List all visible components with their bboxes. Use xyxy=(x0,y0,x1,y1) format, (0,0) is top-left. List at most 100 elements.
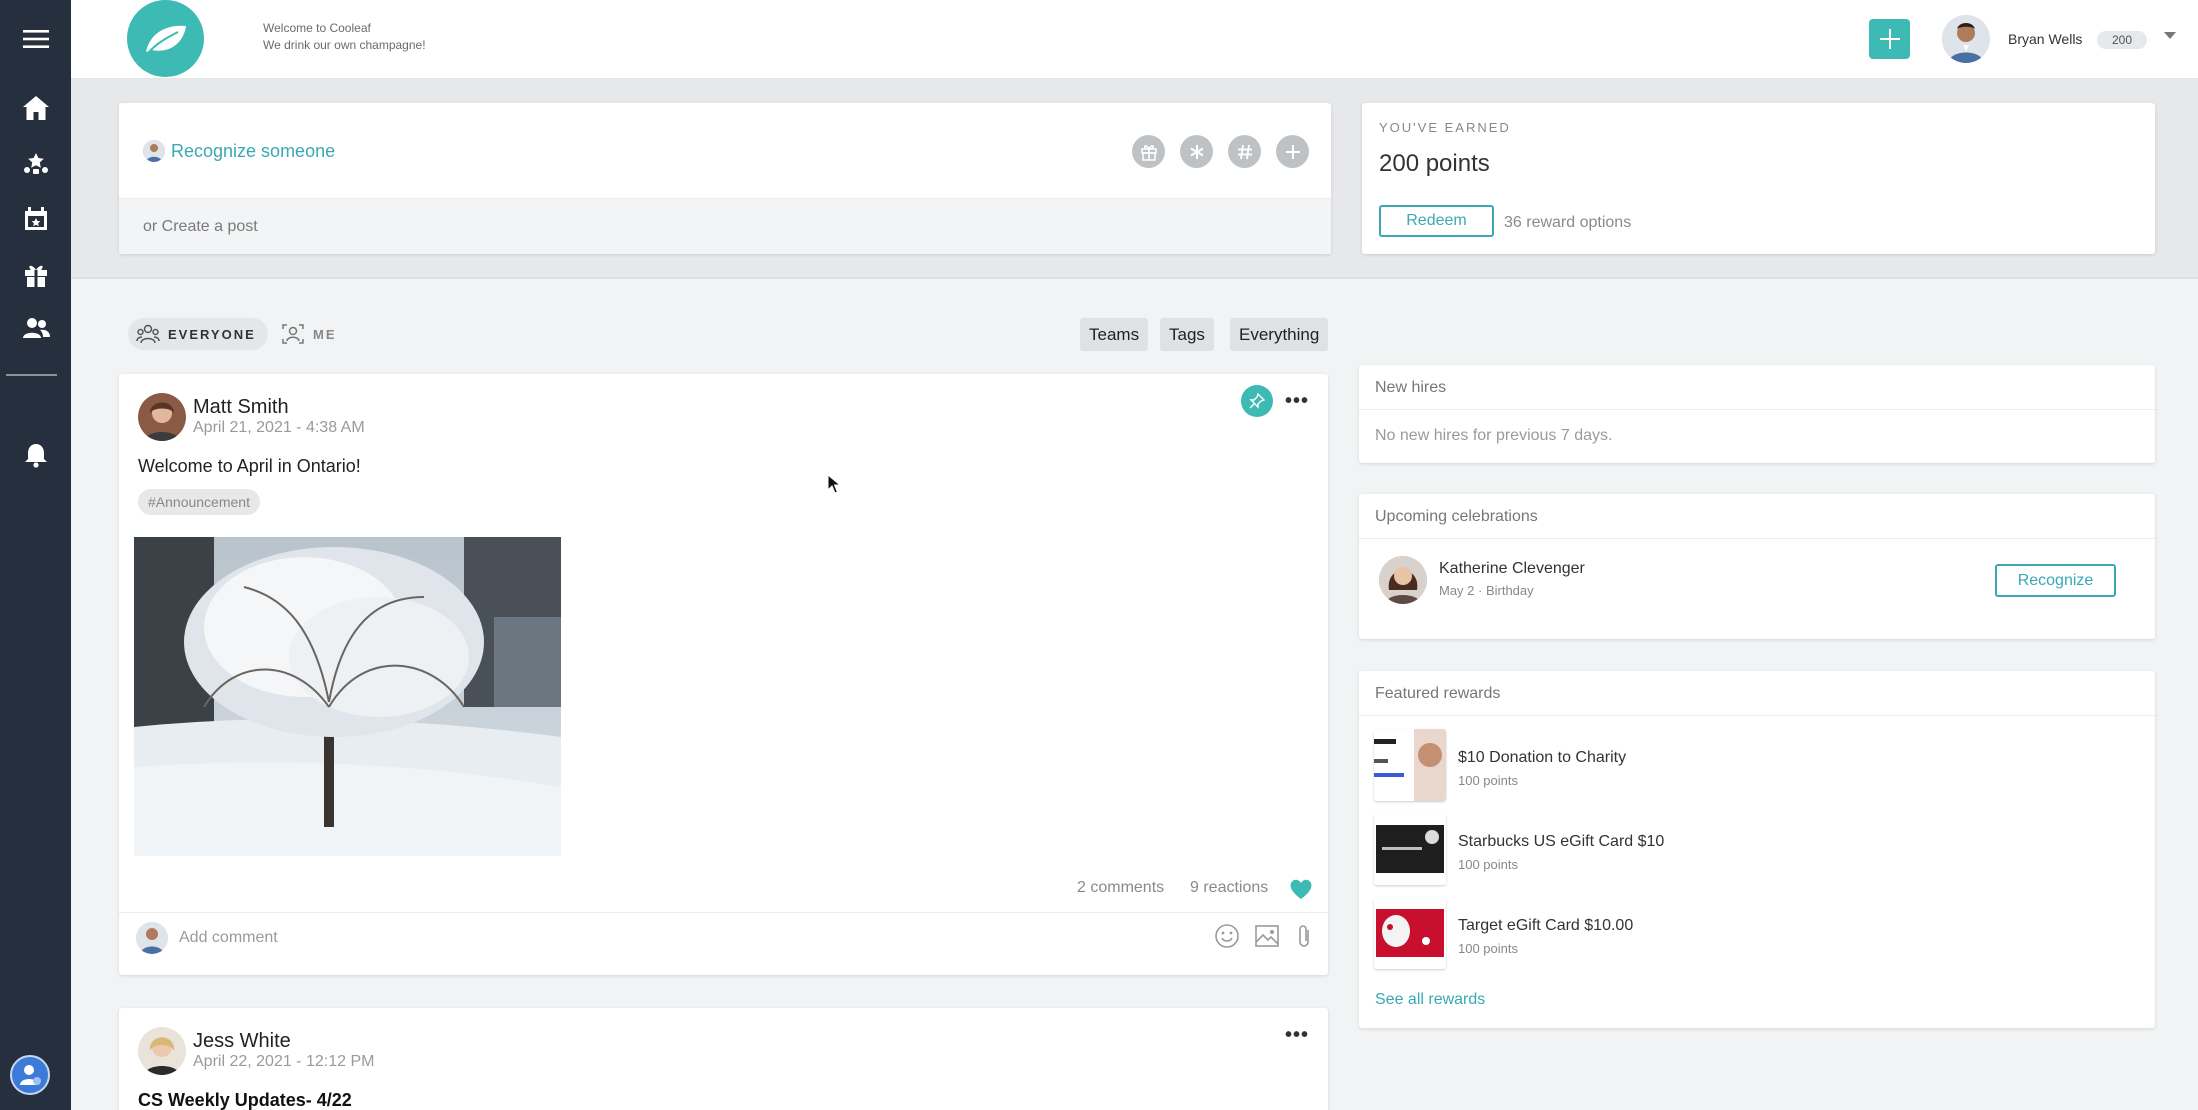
reactions-count[interactable]: 9 reactions xyxy=(1190,879,1268,897)
points-earned-card: YOU'VE EARNED 200 points Redeem 36 rewar… xyxy=(1362,103,2155,254)
welcome-line-1: Welcome to Cooleaf xyxy=(263,21,371,35)
post-stats: 2 comments 9 reactions xyxy=(119,879,1328,904)
new-hires-title: New hires xyxy=(1375,379,1447,396)
filter-everyone-label: EVERYONE xyxy=(168,326,256,342)
reward-points: 100 points xyxy=(1458,857,1518,872)
feed-post: Matt Smith April 21, 2021 - 4:38 AM ••• … xyxy=(119,374,1328,975)
post-date: April 22, 2021 - 12:12 PM xyxy=(193,1053,375,1070)
earned-points: 200 points xyxy=(1379,150,1490,177)
reward-item[interactable]: Target eGift Card $10.00 100 points xyxy=(1374,897,2074,969)
comment-tools xyxy=(1214,923,1314,949)
reward-name: Target eGift Card $10.00 xyxy=(1458,917,1634,934)
reward-item[interactable]: $10 Donation to Charity 100 points xyxy=(1374,729,2074,801)
widget-divider xyxy=(1359,409,2155,410)
comments-count[interactable]: 2 comments xyxy=(1077,879,1164,897)
reward-thumbnail xyxy=(1374,897,1446,969)
post-composer: Recognize someone or Create a post xyxy=(119,103,1331,254)
recognition-icon[interactable] xyxy=(0,140,71,186)
welcome-line-2: We drink our own champagne! xyxy=(263,38,426,52)
calendar-icon[interactable] xyxy=(0,196,71,242)
celebrations-title: Upcoming celebrations xyxy=(1375,508,1538,525)
person-focus-icon xyxy=(282,324,304,344)
filter-me[interactable]: ME xyxy=(281,318,337,350)
reward-name: Starbucks US eGift Card $10 xyxy=(1458,833,1665,850)
comment-input[interactable] xyxy=(179,925,879,951)
gift-icon[interactable] xyxy=(0,252,71,298)
bell-icon[interactable] xyxy=(0,432,71,478)
plus-icon xyxy=(1879,29,1900,49)
celebrant-name[interactable]: Katherine Clevenger xyxy=(1439,560,1585,578)
reward-points: 100 points xyxy=(1458,941,1518,956)
plus-icon[interactable] xyxy=(1276,135,1309,168)
see-all-rewards-link[interactable]: See all rewards xyxy=(1375,991,1485,1009)
widget-divider xyxy=(1359,715,2155,716)
reward-points: 100 points xyxy=(1458,773,1518,788)
post-tag[interactable]: #Announcement xyxy=(138,489,260,515)
post-image[interactable] xyxy=(134,537,561,856)
group-icon xyxy=(136,324,160,344)
comment-avatar xyxy=(136,922,168,954)
redeem-button[interactable]: Redeem xyxy=(1379,205,1494,237)
people-icon[interactable] xyxy=(0,305,71,351)
asterisk-icon[interactable] xyxy=(1180,135,1213,168)
recognize-button[interactable]: Recognize xyxy=(1995,564,2116,597)
feed-post: Jess White April 22, 2021 - 12:12 PM •••… xyxy=(119,1008,1328,1110)
more-options-icon[interactable]: ••• xyxy=(1285,1024,1309,1047)
sidebar xyxy=(0,0,71,1110)
create-post-area[interactable]: or Create a post xyxy=(119,198,1331,254)
create-post-link[interactable]: or Create a post xyxy=(143,218,258,236)
hashtag-icon[interactable] xyxy=(1228,135,1261,168)
user-points-badge: 200 xyxy=(2097,31,2147,49)
attachment-icon[interactable] xyxy=(1294,923,1314,949)
post-text: Welcome to April in Ontario! xyxy=(138,456,361,476)
celebration-detail: May 2 · Birthday xyxy=(1439,583,1534,598)
post-author[interactable]: Jess White xyxy=(193,1030,291,1053)
filter-everything[interactable]: Everything xyxy=(1230,318,1329,351)
filter-tags[interactable]: Tags xyxy=(1160,318,1214,351)
home-icon[interactable] xyxy=(0,85,71,131)
reward-name: $10 Donation to Charity xyxy=(1458,749,1627,766)
author-avatar[interactable] xyxy=(138,393,186,441)
user-name[interactable]: Bryan Wells xyxy=(2008,31,2082,47)
more-options-icon[interactable]: ••• xyxy=(1285,390,1309,413)
celebrations-widget: Upcoming celebrations Katherine Clevenge… xyxy=(1359,494,2155,639)
gift-icon[interactable] xyxy=(1132,135,1165,168)
author-avatar[interactable] xyxy=(138,1027,186,1075)
user-avatar[interactable] xyxy=(1942,15,1990,63)
menu-icon[interactable] xyxy=(0,16,71,62)
post-text: CS Weekly Updates- 4/22 xyxy=(138,1090,352,1110)
cooleaf-logo[interactable] xyxy=(127,0,204,77)
recognize-someone-link[interactable]: Recognize someone xyxy=(143,140,335,162)
add-button[interactable] xyxy=(1869,19,1910,59)
comment-row xyxy=(119,912,1328,975)
earned-label: YOU'VE EARNED xyxy=(1379,120,1511,135)
composer-avatar xyxy=(143,140,165,162)
composer-tools xyxy=(1132,135,1309,168)
celebrant-avatar[interactable] xyxy=(1379,556,1427,604)
featured-rewards-widget: Featured rewards $10 Donation to Charity… xyxy=(1359,671,2155,1028)
reward-item[interactable]: Starbucks US eGift Card $10 100 points xyxy=(1374,813,2074,885)
filter-teams[interactable]: Teams xyxy=(1080,318,1149,351)
emoji-icon[interactable] xyxy=(1214,923,1240,949)
welcome-text: Welcome to Cooleaf We drink our own cham… xyxy=(263,20,426,54)
sidebar-divider xyxy=(6,374,57,376)
post-author[interactable]: Matt Smith xyxy=(193,396,289,419)
reward-thumbnail xyxy=(1374,729,1446,801)
post-date: April 21, 2021 - 4:38 AM xyxy=(193,419,365,436)
top-header: Welcome to Cooleaf We drink our own cham… xyxy=(71,0,2198,79)
featured-rewards-title: Featured rewards xyxy=(1375,685,1501,702)
new-hires-widget: New hires No new hires for previous 7 da… xyxy=(1359,365,2155,463)
filter-me-label: ME xyxy=(313,326,337,342)
chevron-down-icon[interactable] xyxy=(2164,32,2176,39)
pin-icon[interactable] xyxy=(1241,385,1273,417)
new-hires-empty: No new hires for previous 7 days. xyxy=(1375,427,1613,444)
filter-everyone[interactable]: EVERYONE xyxy=(128,318,268,350)
widget-divider xyxy=(1359,538,2155,539)
recognize-someone-label: Recognize someone xyxy=(171,140,336,161)
image-icon[interactable] xyxy=(1254,923,1280,949)
reward-options-count: 36 reward options xyxy=(1504,214,1632,231)
profile-avatar[interactable] xyxy=(10,1055,50,1095)
cursor-icon xyxy=(827,474,841,494)
heart-icon[interactable] xyxy=(1289,878,1313,905)
reward-thumbnail xyxy=(1374,813,1446,885)
